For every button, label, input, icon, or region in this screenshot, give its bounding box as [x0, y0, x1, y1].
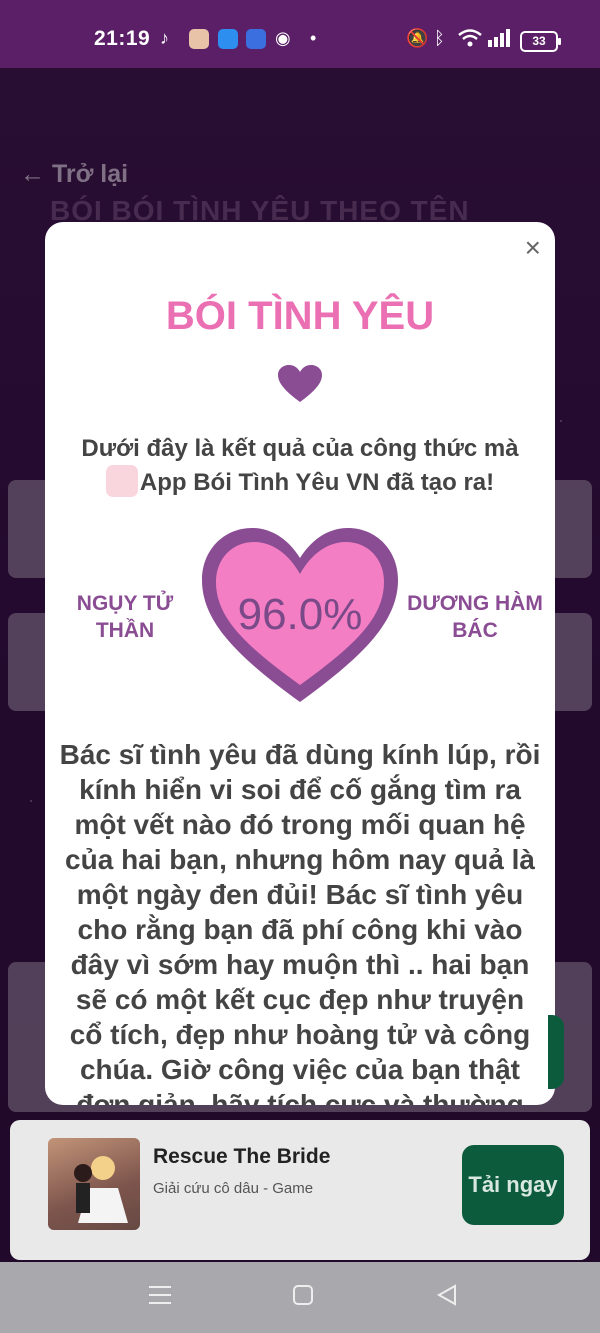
- app-icon: [246, 29, 266, 49]
- install-button-partial[interactable]: [548, 1015, 564, 1089]
- heart-icon: [278, 365, 322, 402]
- compatibility-percent: 96.0%: [237, 590, 363, 639]
- battery-indicator: 33: [520, 31, 561, 52]
- ad-subtitle: Giải cứu cô dâu - Game: [153, 1180, 314, 1197]
- intro-line-2-text: App Bói Tình Yêu VN đã tạo ra!: [139, 469, 495, 496]
- app-icon: [189, 29, 209, 49]
- intro-text: Dưới đây là kết quả của công thức mà App…: [65, 432, 535, 500]
- tiktok-icon: ♪: [160, 28, 169, 48]
- app-icon: [218, 29, 238, 49]
- menu-icon[interactable]: [148, 1284, 172, 1313]
- signal-icon: [487, 28, 513, 53]
- dot-icon: •: [310, 28, 317, 48]
- intro-line-1: Dưới đây là kết quả của công thức mà: [81, 435, 519, 462]
- result-description: Bác sĩ tình yêu đã dùng kính lúp, rồi kí…: [59, 739, 541, 1105]
- back-nav-icon[interactable]: [436, 1284, 458, 1313]
- clock: 21:19: [94, 27, 151, 50]
- ad-title: Rescue The Bride: [153, 1145, 331, 1168]
- second-name: DƯƠNG HÀM BÁC: [407, 592, 543, 642]
- result-modal: × BÓI TÌNH YÊU Dưới đây là kết quả của c…: [45, 222, 555, 1105]
- status-bar: 21:19 ♪ ◉ • 🔕 ᛒ 33: [0, 0, 600, 68]
- app-icon: ◉: [275, 28, 291, 48]
- wifi-icon: [457, 28, 483, 53]
- first-name: NGỤY TỬ THẦN: [76, 592, 174, 642]
- close-icon[interactable]: ×: [525, 232, 541, 264]
- home-icon[interactable]: [292, 1284, 314, 1313]
- modal-title: BÓI TÌNH YÊU: [165, 294, 435, 338]
- app-logo-icon: [105, 464, 138, 497]
- install-button[interactable]: Tải ngay: [462, 1145, 564, 1225]
- mute-icon: 🔕: [406, 28, 429, 48]
- intro-line-2: App Bói Tình Yêu VN đã tạo ra!: [65, 464, 535, 500]
- bluetooth-icon: ᛒ: [434, 28, 445, 48]
- ad-thumbnail[interactable]: [48, 1138, 140, 1230]
